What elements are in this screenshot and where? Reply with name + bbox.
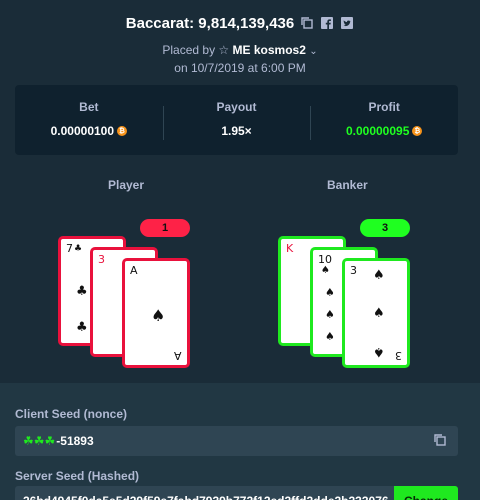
change-seed-button[interactable]: Change bbox=[394, 486, 458, 500]
server-seed-label: Server Seed (Hashed) bbox=[15, 469, 140, 483]
card-rank-rotated: 3 bbox=[395, 349, 402, 362]
bet-amount: 0.00000100 ₿ bbox=[50, 124, 128, 138]
client-seed-label: Client Seed (nonce) bbox=[15, 407, 128, 421]
profit-value: 0.00000095 bbox=[345, 124, 410, 138]
bet-label: Bet bbox=[79, 100, 99, 114]
spade-icon: ♠ bbox=[373, 268, 385, 283]
card-rank: 7 ♣ bbox=[66, 243, 82, 255]
client-seed-value: -51893 bbox=[56, 434, 94, 448]
bet-stat: Bet 0.00000100 ₿ bbox=[15, 100, 163, 140]
spade-icon: ♠ bbox=[373, 344, 385, 359]
card-rank: 3 bbox=[350, 264, 357, 277]
card-rank: 3 bbox=[98, 253, 105, 266]
bet-value: 0.00000100 bbox=[50, 124, 115, 138]
card-rank: K bbox=[286, 242, 294, 255]
club-icon: ♣ bbox=[76, 320, 88, 335]
club-icon: ♣ bbox=[76, 284, 88, 299]
twitter-icon[interactable] bbox=[340, 16, 354, 30]
placed-by: Placed by ☆ ME kosmos2 ⌄ on 10/7/2019 at… bbox=[0, 42, 480, 76]
spade-icon: ♠ bbox=[321, 265, 330, 276]
spade-icon: ♠ bbox=[325, 308, 335, 321]
card-rank: A bbox=[130, 264, 138, 277]
payout-label: Payout bbox=[216, 100, 257, 114]
server-seed-field[interactable]: 26bd4945f0da5e5d29f59e7fabd7939b772f12ed… bbox=[15, 486, 458, 500]
copy-icon[interactable] bbox=[434, 434, 448, 448]
copy-icon[interactable] bbox=[300, 16, 314, 30]
bet-date: on 10/7/2019 at 6:00 PM bbox=[174, 61, 306, 75]
bitcoin-icon: ₿ bbox=[412, 126, 423, 136]
profit-stat: Profit 0.00000095 ₿ bbox=[310, 100, 458, 140]
spade-icon: ♠ bbox=[151, 306, 166, 325]
player-card-3: A ♠ A bbox=[122, 258, 190, 368]
payout-stat: Payout 1.95× bbox=[162, 100, 311, 140]
spade-icon: ♠ bbox=[325, 286, 335, 299]
bitcoin-icon: ₿ bbox=[117, 126, 128, 136]
banker-label: Banker bbox=[327, 178, 368, 192]
card-rank-text: 7 bbox=[66, 242, 73, 255]
fairness-panel: Client Seed (nonce) ☘☘☘ -51893 Server Se… bbox=[0, 383, 480, 500]
payout-value: 1.95× bbox=[221, 124, 252, 138]
username[interactable]: ME kosmos2 bbox=[233, 43, 306, 57]
card-rank-rotated: A bbox=[174, 349, 182, 362]
star-icon: ☆ bbox=[218, 43, 230, 57]
banker-score-badge: 3 bbox=[360, 219, 410, 237]
spade-icon: ♠ bbox=[325, 330, 335, 343]
spade-icon: ♠ bbox=[373, 306, 385, 321]
banker-card-3: 3 ♠ ♠ ♠ 3 bbox=[342, 258, 410, 368]
card-suit-text: ♣ bbox=[74, 244, 83, 254]
facebook-icon[interactable] bbox=[320, 16, 334, 30]
profit-amount: 0.00000095 ₿ bbox=[345, 124, 423, 138]
server-seed-value: 26bd4945f0da5e5d29f59e7fabd7939b772f12ed… bbox=[23, 494, 403, 500]
placed-by-prefix: Placed by bbox=[162, 43, 216, 57]
bet-title: Baccarat: 9,814,139,436 bbox=[125, 14, 295, 32]
player-score-badge: 1 bbox=[140, 219, 190, 237]
player-label: Player bbox=[108, 178, 145, 192]
title-row: Baccarat: 9,814,139,436 bbox=[0, 12, 480, 34]
chevron-down-icon[interactable]: ⌄ bbox=[309, 46, 317, 57]
clover-icon: ☘☘☘ bbox=[23, 434, 56, 448]
bet-header: Baccarat: 9,814,139,436 Placed by ☆ ME k… bbox=[0, 12, 480, 76]
bet-stats-panel: Bet 0.00000100 ₿ Payout 1.95× Profit 0.0… bbox=[15, 85, 458, 155]
client-seed-field[interactable]: ☘☘☘ -51893 bbox=[15, 426, 458, 456]
profit-label: Profit bbox=[368, 100, 400, 114]
